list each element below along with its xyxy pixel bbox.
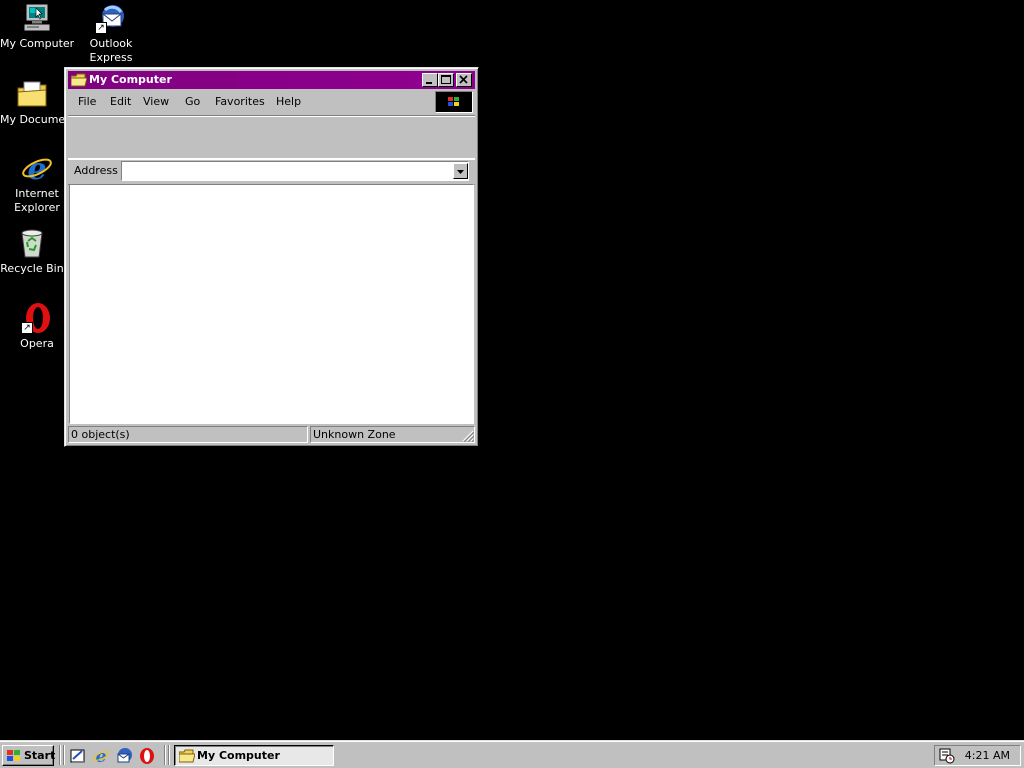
scheduled-tasks-icon[interactable] [939,748,955,764]
shortcut-arrow-icon: ↗ [95,22,107,34]
menu-favorites[interactable]: Favorites [215,95,265,109]
my-documents-icon [16,78,48,110]
shortcut-arrow-icon: ↗ [21,322,33,334]
window-titlebar[interactable]: My Computer [68,71,475,89]
maximize-button[interactable] [438,73,454,87]
resize-grip-icon[interactable] [462,430,475,443]
address-input[interactable] [121,161,469,181]
desktop-icon-recycle-bin[interactable]: Recycle Bin [0,227,64,276]
my-computer-icon [21,2,53,34]
outlook-express-icon: ↗ [95,2,127,34]
desktop-icon-my-computer[interactable]: My Computer [0,2,74,51]
window-title: My Computer [89,73,172,86]
desktop-icon-outlook-express[interactable]: ↗ Outlook Express [74,2,148,65]
maximize-icon [441,75,451,84]
menu-edit[interactable]: Edit [110,95,131,109]
taskbar-button-label: My Computer [197,749,280,762]
menu-go[interactable]: Go [185,95,200,109]
menu-file[interactable]: File [78,95,96,109]
taskbar: Start e My Computer 4:21 AM [0,740,1024,768]
close-icon [459,75,468,84]
recycle-bin-icon [16,227,48,259]
desktop-icon-label: Outlook Express [89,37,133,64]
system-tray: 4:21 AM [934,745,1021,766]
desktop-icon-label: Internet Explorer [14,187,60,214]
desktop-icon-label: My Documents [0,113,64,126]
opera-icon: ↗ [21,302,53,334]
my-computer-window[interactable]: My Computer File Edit View Go Favorites … [64,67,479,447]
outlook-express-icon[interactable] [115,747,133,765]
chevron-down-icon [457,170,464,174]
windows-logo-icon [435,91,473,113]
folder-icon [70,73,88,87]
status-bar: 0 object(s) Unknown Zone [68,425,475,443]
taskbar-separator [59,745,61,765]
desktop-icon-internet-explorer[interactable]: e Internet Explorer [0,152,74,215]
internet-explorer-icon[interactable]: e [92,747,110,767]
taskbar-button-my-computer[interactable]: My Computer [174,745,334,766]
start-button[interactable]: Start [2,745,56,766]
taskbar-separator [168,745,170,765]
address-label: Address [74,164,118,177]
clock[interactable]: 4:21 AM [965,749,1010,763]
minimize-icon [426,82,432,84]
svg-text:e: e [27,152,46,184]
address-bar: Address [68,159,475,185]
folder-icon [178,749,196,763]
desktop-icon-label: My Computer [0,37,74,50]
desktop-icon-label: Recycle Bin [0,262,64,275]
internet-explorer-icon: e [21,152,53,187]
show-desktop-icon[interactable] [69,747,87,765]
content-pane[interactable] [69,184,474,424]
menu-view[interactable]: View [143,95,169,109]
taskbar-separator [164,745,166,765]
taskbar-separator [63,745,65,765]
menu-bar: File Edit View Go Favorites Help [68,91,475,113]
desktop-icon-opera[interactable]: ↗ Opera [0,302,74,351]
start-label: Start [24,749,56,762]
toolbar-area [68,115,475,159]
menu-help[interactable]: Help [276,95,301,109]
desktop-icon-label: Opera [20,337,54,350]
status-zone: Unknown Zone [310,426,475,443]
desktop-icon-my-documents[interactable]: My Documents [0,78,64,127]
opera-icon[interactable] [138,747,156,765]
status-object-count: 0 object(s) [68,426,308,443]
windows-logo-icon [6,749,22,763]
minimize-button[interactable] [422,73,438,87]
close-button[interactable] [456,73,472,87]
svg-text:e: e [96,747,107,765]
address-dropdown-button[interactable] [453,163,468,179]
